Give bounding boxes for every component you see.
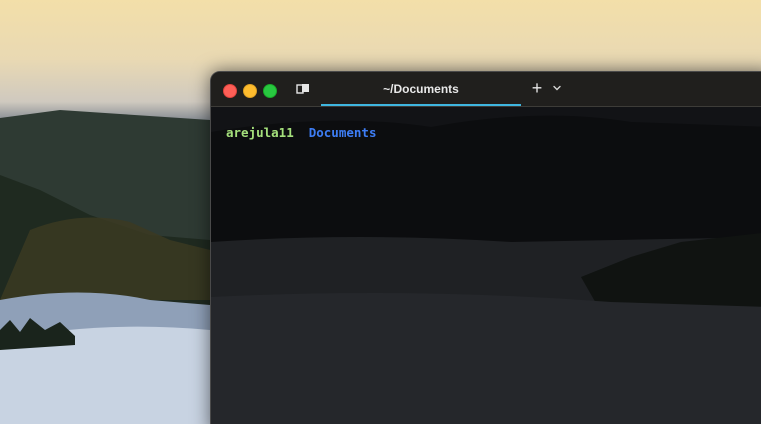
terminal-content[interactable]: arejula11 Documents (211, 107, 761, 424)
prompt-user: arejula11 (226, 125, 294, 140)
tab-overview-icon[interactable] (296, 83, 310, 95)
shell-prompt: arejula11 Documents (226, 125, 376, 140)
tab-documents[interactable]: ~/Documents (321, 72, 521, 106)
desktop-wallpaper: ~/Documents + arejula11 Documents (0, 0, 761, 424)
title-bar[interactable]: ~/Documents + (211, 72, 761, 107)
close-icon[interactable] (223, 84, 237, 98)
terminal-window[interactable]: ~/Documents + arejula11 Documents (210, 71, 761, 424)
minimize-icon[interactable] (243, 84, 257, 98)
maximize-icon[interactable] (263, 84, 277, 98)
active-tab-indicator (321, 104, 521, 106)
prompt-directory: Documents (308, 125, 377, 140)
plus-icon[interactable]: + (529, 79, 545, 97)
tab-title: ~/Documents (383, 82, 459, 96)
chevron-down-icon[interactable] (551, 82, 563, 94)
